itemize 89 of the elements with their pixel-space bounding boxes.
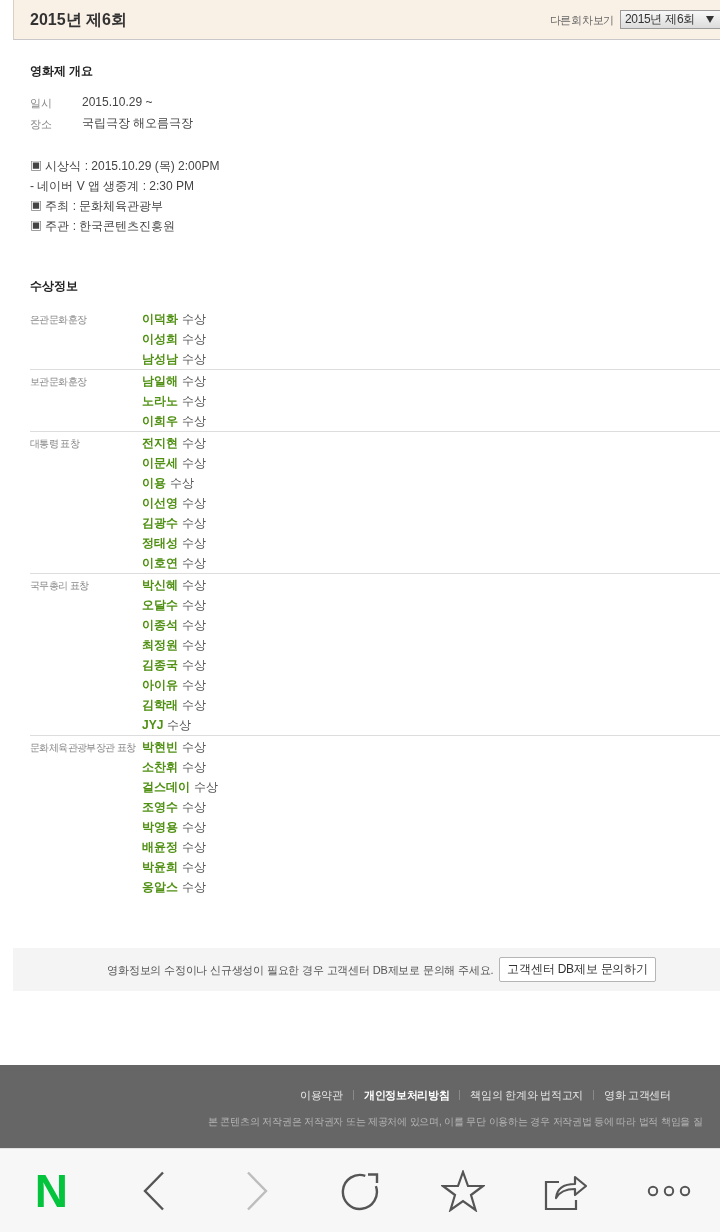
winner-link[interactable]: 박영용 [142, 819, 178, 835]
winner-link[interactable]: 이선영 [142, 495, 178, 511]
winner-link[interactable]: 걸스데이 [142, 779, 190, 795]
award-suffix: 수상 [182, 331, 206, 347]
winner-link[interactable]: 박윤희 [142, 859, 178, 875]
fact-label: 장소 [30, 116, 53, 131]
copyright-text: 본 콘텐츠의 저작권은 저작권자 또는 제공처에 있으며, 이를 무단 이용하는 경우 저작권법 등에 따라 법적 책임을 질 [208, 1115, 704, 1129]
award-suffix: 수상 [182, 819, 206, 835]
footer-link[interactable]: 영화 고객센터 [603, 1087, 671, 1103]
star-icon[interactable] [440, 1169, 485, 1212]
award-suffix: 수상 [182, 577, 206, 593]
award-suffix: 수상 [182, 311, 206, 327]
award-suffix: 수상 [182, 435, 206, 451]
award-suffix: 수상 [182, 495, 206, 511]
award-suffix: 수상 [182, 879, 206, 895]
winner-link[interactable]: 전지현 [142, 435, 178, 451]
winner-link[interactable]: 남일해 [142, 373, 178, 389]
refresh-icon[interactable] [340, 1170, 380, 1211]
winner-link[interactable]: 조영수 [142, 799, 178, 815]
fact-value: 국립극장 해오름극장 [82, 116, 194, 131]
award-suffix: 수상 [182, 799, 206, 815]
award-suffix: 수상 [182, 393, 206, 409]
award-suffix: 수상 [182, 697, 206, 713]
note-line: ▣ 시상식 : 2015.10.29 (목) 2:00PM [30, 158, 221, 175]
winner-link[interactable]: 이문세 [142, 455, 178, 471]
award-suffix: 수상 [182, 373, 206, 389]
winner-link[interactable]: 이용 [142, 475, 166, 491]
award-category: 대통령 표창 [30, 436, 80, 450]
caret-icon [706, 16, 714, 23]
award-suffix: 수상 [167, 717, 192, 733]
winner-link[interactable]: 이성희 [142, 331, 178, 347]
footer-link[interactable]: 개인정보처리방침 [363, 1087, 450, 1103]
section-heading: 수상정보 [30, 279, 79, 293]
award-suffix: 수상 [182, 515, 206, 531]
award-suffix: 수상 [182, 413, 206, 429]
winner-link[interactable]: 정태성 [142, 535, 178, 551]
more-icon[interactable] [646, 1184, 691, 1197]
award-suffix: 수상 [182, 739, 206, 755]
award-suffix: 수상 [182, 455, 206, 471]
award-suffix: 수상 [182, 657, 206, 673]
winner-link[interactable]: 오달수 [142, 597, 178, 613]
winner-link[interactable]: 최정원 [142, 637, 178, 653]
winner-link[interactable]: JYJ [142, 717, 164, 733]
winner-link[interactable]: 노라노 [142, 393, 178, 409]
note-line: ▣ 주최 : 문화체육관광부 [30, 198, 165, 215]
note-line: - 네이버 V 앱 생중계 : 2:30 PM [30, 178, 196, 195]
award-suffix: 수상 [182, 351, 206, 367]
winner-link[interactable]: 이종석 [142, 617, 178, 633]
winner-link[interactable]: 이덕화 [142, 311, 178, 327]
winner-link[interactable]: 박신혜 [142, 577, 178, 593]
winner-link[interactable]: 옹알스 [142, 879, 178, 895]
winner-link[interactable]: 배윤정 [142, 839, 178, 855]
edition-select[interactable]: 2015년 제6회 [620, 10, 720, 29]
award-suffix: 수상 [182, 859, 206, 875]
db-report-button[interactable]: 고객센터 DB제보 문의하기 [499, 957, 656, 982]
home-logo[interactable]: N [34, 1172, 69, 1209]
winner-link[interactable]: 소찬휘 [142, 759, 178, 775]
winner-link[interactable]: 김종국 [142, 657, 178, 673]
award-category: 보관문화훈장 [30, 374, 87, 388]
picker-label: 다른회차보기 [549, 12, 614, 27]
winner-link[interactable]: 이호연 [142, 555, 178, 571]
award-category: 은관문화훈장 [30, 312, 87, 326]
award-category: 국무총리 표창 [30, 578, 89, 592]
edition-title: 2015년 제6회 [30, 9, 127, 30]
award-suffix: 수상 [182, 677, 206, 693]
award-suffix: 수상 [182, 535, 206, 551]
award-suffix: 수상 [170, 475, 194, 491]
winner-link[interactable]: 김학래 [142, 697, 178, 713]
award-suffix: 수상 [182, 637, 206, 653]
fact-label: 일시 [30, 95, 53, 110]
winner-link[interactable]: 이희우 [142, 413, 178, 429]
back-icon[interactable] [143, 1170, 166, 1211]
award-suffix: 수상 [182, 759, 206, 775]
winner-link[interactable]: 박현빈 [142, 739, 178, 755]
award-suffix: 수상 [182, 839, 206, 855]
award-suffix: 수상 [182, 597, 206, 613]
notice-text: 영화정보의 수정이나 신규생성이 필요한 경우 고객센터 DB제보로 문의해 주세요. [107, 962, 494, 977]
winner-link[interactable]: 남성남 [142, 351, 178, 367]
section-heading: 영화제 개요 [30, 64, 95, 78]
winner-link[interactable]: 김광수 [142, 515, 178, 531]
winner-link[interactable]: 아이유 [142, 677, 178, 693]
award-suffix: 수상 [182, 555, 206, 571]
note-line: ▣ 주관 : 한국콘텐츠진흥원 [30, 218, 177, 235]
award-suffix: 수상 [194, 779, 218, 795]
award-suffix: 수상 [182, 617, 206, 633]
footer-link[interactable]: 이용약관 [300, 1087, 343, 1103]
footer-link[interactable]: 책임의 한계와 법적고지 [470, 1087, 583, 1103]
award-category: 문화체육관광부장관 표창 [30, 740, 136, 754]
fact-value: 2015.10.29 ~ [82, 95, 153, 110]
